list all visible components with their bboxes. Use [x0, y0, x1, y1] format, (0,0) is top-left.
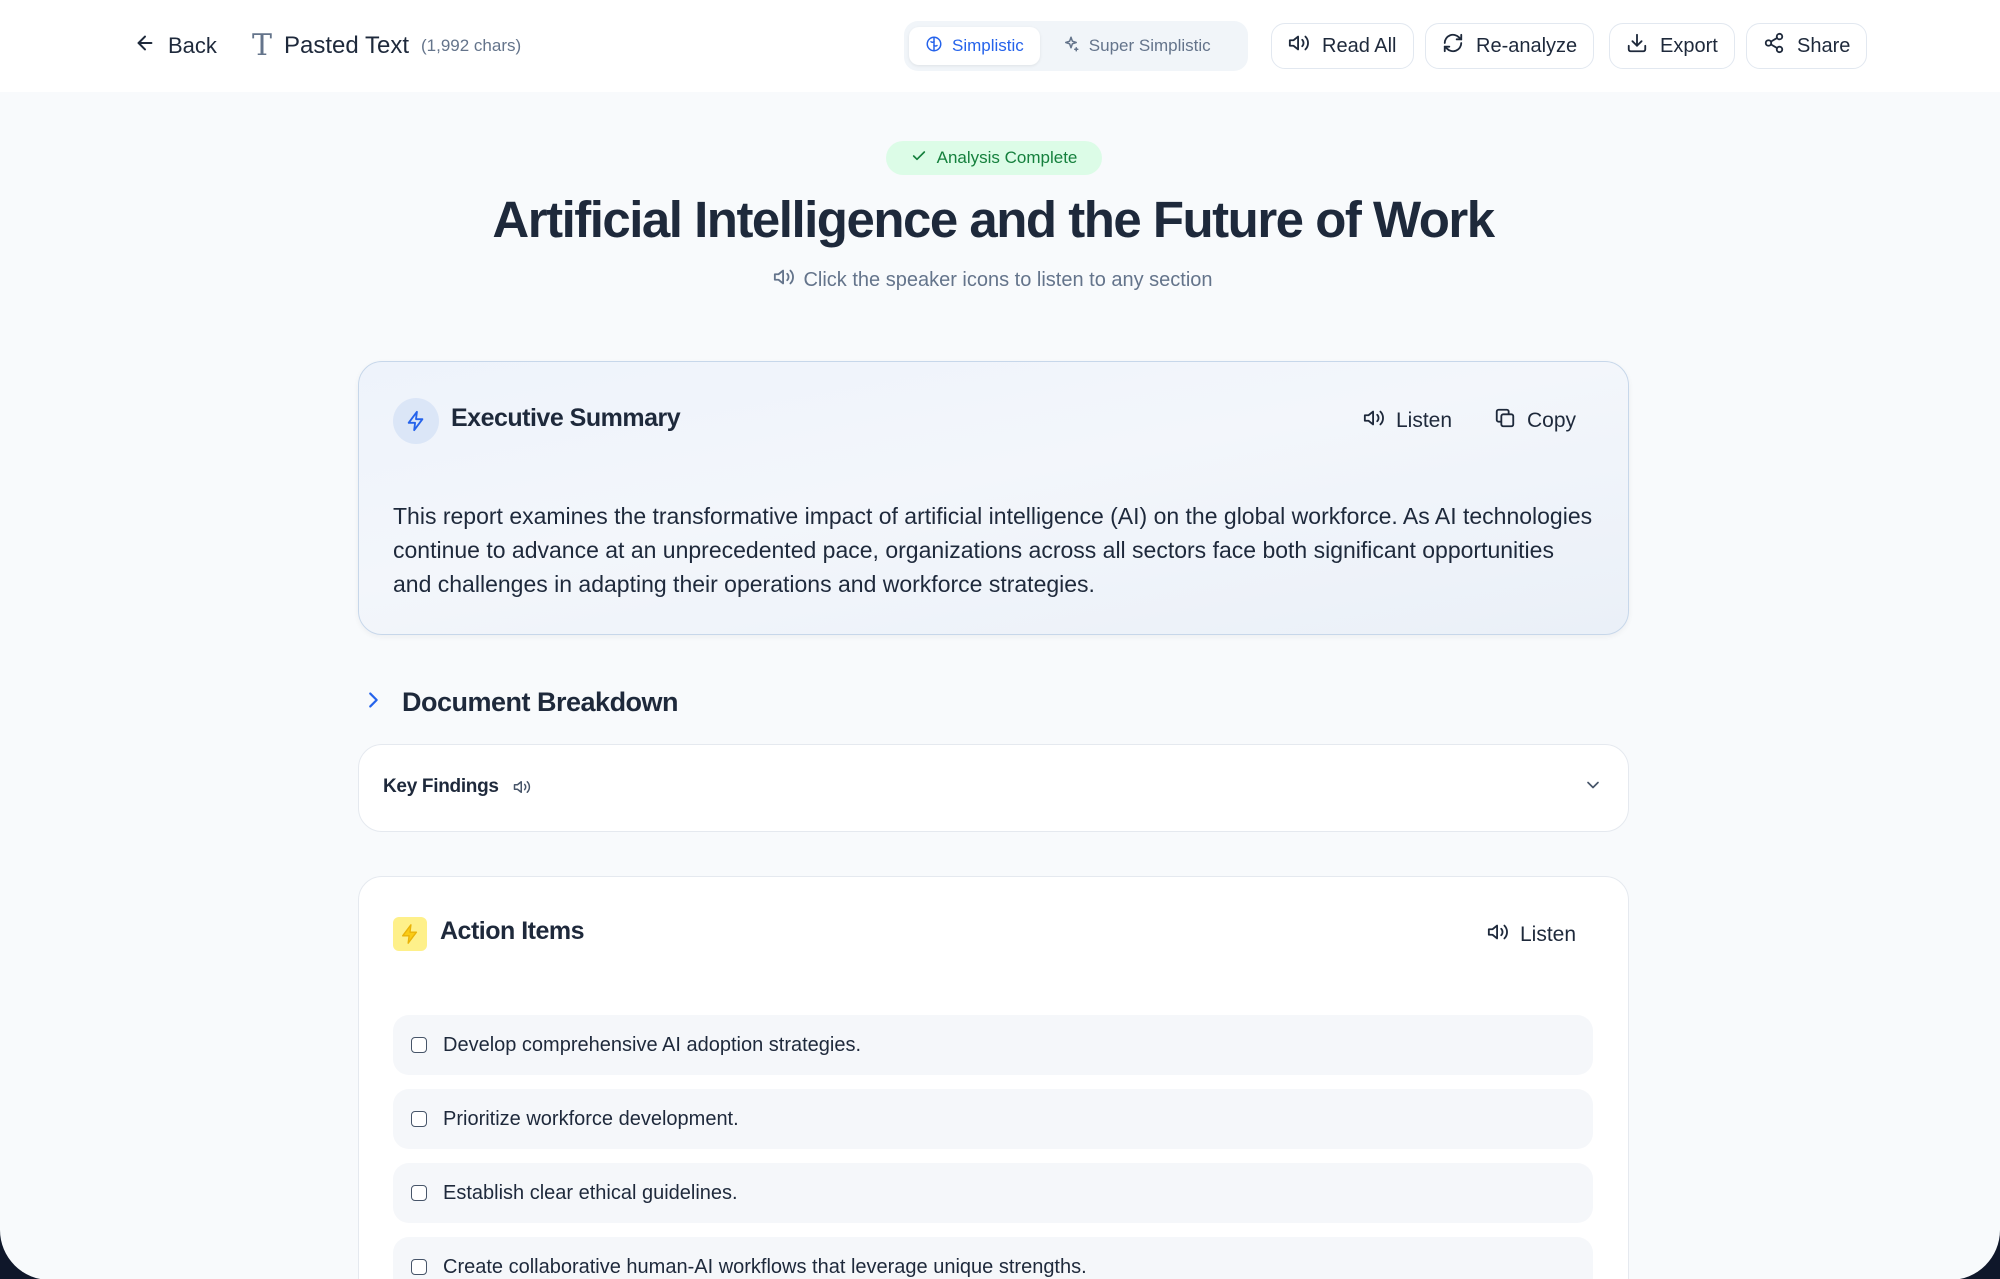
action-item-checkbox[interactable] [411, 1185, 427, 1201]
list-item: Create collaborative human-AI workflows … [393, 1237, 1593, 1279]
summary-listen-label: Listen [1396, 409, 1453, 432]
summary-copy-button[interactable]: Copy [1494, 405, 1576, 437]
subtitle-text: Click the speaker icons to listen to any… [803, 268, 1213, 291]
executive-summary-title: Executive Summary [451, 404, 681, 432]
action-items-listen-button[interactable]: Listen [1487, 919, 1576, 951]
share-icon [1763, 32, 1785, 60]
action-item-text: Develop comprehensive AI adoption strate… [443, 1033, 862, 1056]
download-icon [1626, 32, 1648, 60]
action-item-checkbox[interactable] [411, 1037, 427, 1053]
document-char-count: (1,992 chars) [420, 36, 522, 55]
summary-listen-button[interactable]: Listen [1363, 405, 1452, 437]
export-button[interactable]: Export [1609, 23, 1735, 69]
back-label: Back [168, 33, 217, 58]
status-badge: Analysis Complete [886, 141, 1102, 175]
speaker-icon [1487, 921, 1509, 949]
window-corner [0, 1230, 50, 1279]
window-corner [1950, 1230, 2000, 1279]
back-button[interactable]: Back [134, 28, 217, 64]
executive-summary-card: Executive Summary Listen Copy This repor… [358, 361, 1629, 635]
mode-toggle: Simplistic Super Simplistic [904, 21, 1248, 71]
summary-copy-label: Copy [1527, 409, 1577, 432]
read-all-label: Read All [1322, 34, 1397, 57]
action-item-text: Create collaborative human-AI workflows … [443, 1255, 1087, 1278]
export-label: Export [1660, 34, 1718, 57]
lightning-icon [393, 398, 439, 444]
chevron-down-icon[interactable] [1583, 775, 1603, 800]
share-button[interactable]: Share [1746, 23, 1868, 69]
page-title: Artificial Intelligence and the Future o… [492, 191, 1495, 248]
action-item-checkbox[interactable] [411, 1111, 427, 1127]
check-icon [911, 148, 927, 169]
document-title: T Pasted Text (1,992 chars) [252, 26, 521, 66]
share-label: Share [1797, 34, 1851, 57]
speaker-icon[interactable] [513, 778, 531, 801]
executive-summary-text: This report examines the transformative … [393, 503, 1593, 597]
document-name: Pasted Text [284, 32, 409, 59]
document-breakdown-toggle[interactable]: Document Breakdown [362, 684, 679, 720]
action-item-text: Establish clear ethical guidelines. [443, 1181, 738, 1204]
action-items-listen-label: Listen [1520, 923, 1577, 946]
lightning-icon [393, 917, 427, 951]
key-findings-label: Key Findings [383, 776, 499, 797]
list-item: Develop comprehensive AI adoption strate… [393, 1015, 1593, 1075]
list-item: Prioritize workforce development. [393, 1089, 1593, 1149]
action-item-checkbox[interactable] [411, 1259, 427, 1275]
document-breakdown-title: Document Breakdown [402, 686, 679, 717]
list-item: Establish clear ethical guidelines. [393, 1163, 1593, 1223]
refresh-icon [1442, 32, 1464, 60]
key-findings-section[interactable]: Key Findings [358, 744, 1629, 832]
mode-simplistic-label: Simplistic [952, 36, 1024, 55]
action-items-card: Action Items Listen Develop comprehensiv… [358, 876, 1629, 1279]
copy-icon [1494, 407, 1516, 435]
text-type-icon: T [252, 28, 273, 63]
top-bar: Back T Pasted Text (1,992 chars) Simplis… [0, 0, 2000, 92]
mode-simplistic-button[interactable]: Simplistic [909, 27, 1040, 65]
reanalyze-label: Re-analyze [1476, 34, 1578, 57]
chevron-right-icon [362, 689, 384, 716]
read-all-button[interactable]: Read All [1271, 23, 1414, 69]
action-item-text: Prioritize workforce development. [443, 1107, 739, 1130]
reanalyze-button[interactable]: Re-analyze [1425, 23, 1595, 69]
arrow-left-icon [134, 32, 156, 60]
status-badge-label: Analysis Complete [936, 148, 1078, 167]
brain-icon [925, 35, 943, 58]
mode-super-simplistic-button[interactable]: Super Simplistic [1046, 27, 1227, 65]
sparkles-icon [1062, 35, 1080, 58]
action-items-title: Action Items [440, 917, 585, 945]
speaker-icon [773, 266, 795, 294]
speaker-icon [1288, 32, 1310, 60]
page-subtitle: Click the speaker icons to listen to any… [0, 266, 1986, 294]
speaker-icon [1363, 407, 1385, 435]
mode-super-simplistic-label: Super Simplistic [1088, 36, 1211, 55]
